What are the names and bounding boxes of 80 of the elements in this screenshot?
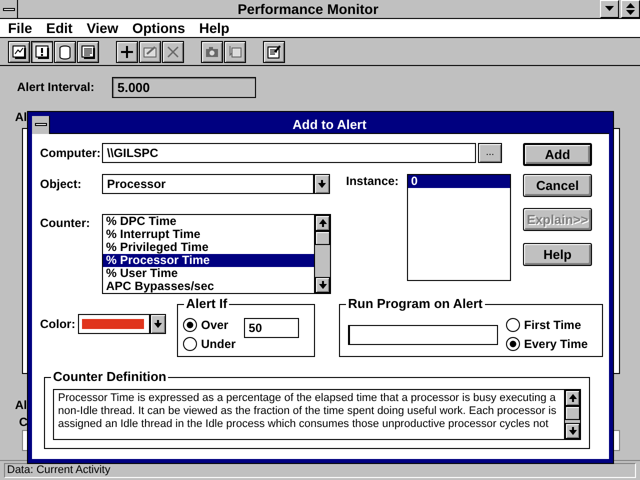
list-item[interactable]: 0	[408, 175, 510, 188]
menu-item[interactable]: File	[6, 19, 44, 37]
toolbar-button[interactable]	[263, 40, 285, 62]
scroll-down-button[interactable]	[565, 423, 580, 439]
options-icon	[266, 44, 282, 60]
up-arrow-icon	[568, 394, 576, 402]
restore-button[interactable]	[621, 0, 640, 18]
dialog-button[interactable]: Add	[523, 143, 592, 166]
toolbar-button[interactable]	[31, 40, 53, 62]
down-triangle-icon	[605, 6, 614, 12]
definition-text: Processor Time is expressed as a percentage of the elapsed time that a processor is busy executing a non-Idle thread. It can be viewed as the fraction of the time spent doing useful work. Each processor is assigned an Idle thread in the Idle process which consumes those unproductive processor cycles not	[57, 391, 558, 432]
radio-label[interactable]: Every Time	[524, 336, 588, 351]
dialog-button[interactable]: Cancel	[523, 174, 592, 197]
toolbar-button[interactable]	[8, 40, 30, 62]
threshold-field[interactable]: 50	[244, 318, 299, 338]
down-arrow-icon	[318, 281, 326, 289]
radio-button[interactable]	[183, 318, 197, 332]
dialog-title: Add to Alert	[292, 116, 368, 132]
radio-label[interactable]: First Time	[524, 318, 582, 332]
list-item[interactable]: % DPC Time	[103, 215, 314, 228]
down-arrow-icon	[318, 180, 326, 188]
list-item[interactable]: % Processor Time	[103, 254, 314, 267]
scroll-up-button[interactable]	[315, 215, 330, 231]
toolbar-button[interactable]	[77, 40, 99, 62]
dropdown-button[interactable]	[150, 314, 166, 334]
cylinder-icon	[57, 44, 73, 60]
list-item[interactable]: APC Bypasses/sec	[103, 280, 314, 293]
partial-label: Al	[15, 398, 27, 412]
menu-item[interactable]: View	[84, 19, 130, 37]
dropdown-button[interactable]	[314, 174, 330, 194]
down-arrow-icon	[154, 320, 162, 328]
radio-button[interactable]	[183, 336, 197, 351]
up-arrow-icon	[318, 219, 326, 227]
system-menu-icon[interactable]	[32, 116, 50, 134]
window-title: Performance Monitor	[236, 0, 380, 18]
field-label: Alert Interval:	[17, 80, 94, 95]
down-arrow-icon	[568, 427, 576, 435]
field-label: Object:	[40, 176, 82, 192]
field-label: Counter:	[40, 215, 91, 232]
alert-interval-field[interactable]: 5.000	[112, 77, 256, 98]
field-label: Color:	[40, 316, 76, 332]
partial-label: Al	[15, 110, 27, 124]
toolbar-button[interactable]	[54, 40, 76, 62]
menu-item[interactable]: Help	[197, 19, 242, 37]
minimize-button[interactable]	[600, 0, 619, 18]
scroll-thumb[interactable]	[315, 231, 330, 245]
report-icon	[80, 44, 96, 60]
scroll-thumb[interactable]	[565, 406, 580, 420]
program-field[interactable]	[348, 324, 498, 344]
color-dropdown[interactable]	[78, 314, 150, 334]
edit-icon	[142, 44, 158, 60]
list-item[interactable]: % Privileged Time	[103, 241, 314, 254]
up-down-arrows-icon	[626, 3, 635, 15]
delete-icon	[165, 44, 181, 60]
alert-icon	[34, 44, 50, 60]
radio-label[interactable]: Under	[201, 336, 236, 351]
instance-list[interactable]: 0	[407, 174, 511, 281]
menu-item[interactable]: Options	[130, 19, 198, 37]
scroll-up-button[interactable]	[565, 390, 580, 406]
radio-label[interactable]: Over	[201, 318, 228, 332]
computer-field[interactable]: \\GILSPC	[102, 143, 476, 163]
field-label: Instance:	[346, 174, 400, 190]
counter-list[interactable]: % DPC Time % Interrupt Time % Privileged Time % Processor Time % User Time APC Bypasses/sec	[102, 214, 331, 294]
menu-item[interactable]: Edit	[44, 19, 85, 37]
list-item[interactable]: % User Time	[103, 267, 314, 280]
radio-button[interactable]	[506, 318, 520, 332]
bookmark-icon	[227, 44, 243, 60]
scroll-down-button[interactable]	[315, 277, 330, 293]
plus-icon	[119, 44, 135, 60]
chart-icon	[11, 44, 27, 60]
browse-button[interactable]: ...	[478, 143, 502, 163]
system-menu-icon[interactable]	[0, 0, 18, 18]
object-dropdown[interactable]: Processor	[102, 174, 314, 194]
field-label: Computer:	[40, 146, 102, 160]
dialog-button[interactable]: Help	[523, 243, 592, 266]
partial-label: C	[19, 415, 28, 430]
group-title: Run Program on Alert	[346, 296, 485, 312]
toolbar-button[interactable]	[116, 40, 138, 62]
list-item[interactable]: % Interrupt Time	[103, 228, 314, 241]
radio-button[interactable]	[506, 336, 520, 351]
